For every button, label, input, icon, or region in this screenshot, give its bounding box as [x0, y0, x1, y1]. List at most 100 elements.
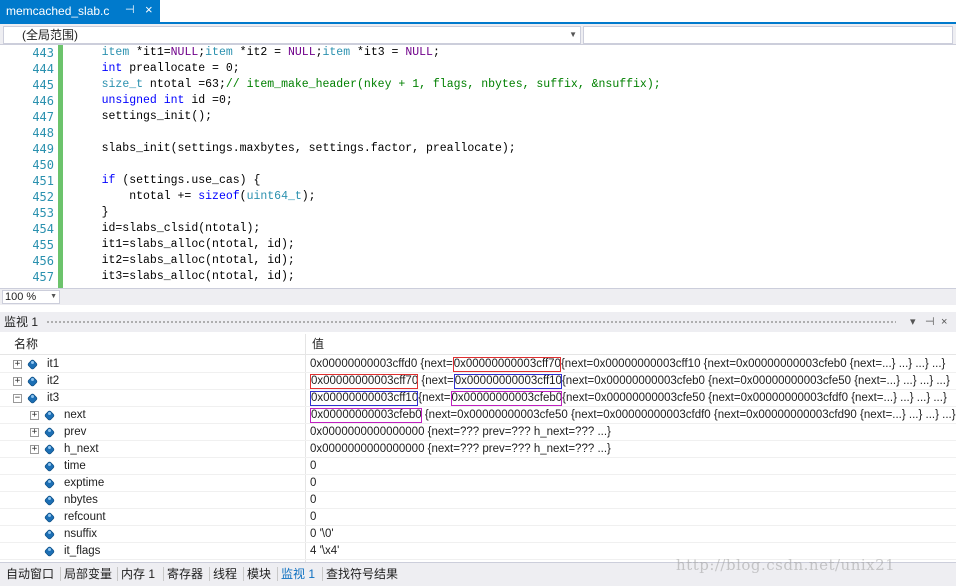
code-token: *it3 =: [350, 46, 406, 59]
code-token: NULL: [170, 46, 199, 59]
bottom-tab-7[interactable]: 监视 1: [281, 566, 315, 582]
code-line[interactable]: if (settings.use_cas) {: [74, 173, 956, 189]
line-number: 456: [32, 254, 54, 268]
bottom-tab-4[interactable]: 寄存器: [167, 566, 203, 582]
watch-row-name[interactable]: it_flags: [64, 543, 100, 560]
code-line[interactable]: it3=slabs_alloc(ntotal, id);: [74, 269, 956, 285]
watch-row-value[interactable]: 4 '\x4': [310, 543, 339, 560]
watch-row-it1[interactable]: it1 0x00000000003cffd0 {next=0x0000000000…: [0, 356, 956, 373]
code-line[interactable]: item *it1=NULL;item *it2 = NULL;item *it…: [74, 45, 956, 61]
bottom-tab-3[interactable]: 内存 1: [121, 566, 155, 582]
watch-row-prev[interactable]: prev 0x0000000000000000 {next=??? prev=??…: [0, 424, 956, 441]
expand-icon[interactable]: [13, 377, 22, 386]
watch-row-name[interactable]: refcount: [64, 509, 106, 526]
column-header-name[interactable]: 名称: [14, 334, 38, 354]
watch-row-value[interactable]: 0x00000000003cff70 {next=0x00000000003cf…: [310, 373, 950, 390]
code-line[interactable]: slabs_init(settings.maxbytes, settings.f…: [74, 141, 956, 157]
watch-row-name[interactable]: nsuffix: [64, 526, 97, 543]
code-line[interactable]: it2=slabs_alloc(ntotal, id);: [74, 253, 956, 269]
chevron-down-icon[interactable]: ▾: [910, 312, 916, 332]
watch-row-it3[interactable]: it3 0x00000000003cff10{next=0x00000000003…: [0, 390, 956, 407]
watch-row-nsuffix[interactable]: nsuffix 0 '\0': [0, 526, 956, 543]
code-line[interactable]: it1=slabs_alloc(ntotal, id);: [74, 237, 956, 253]
navigation-bar: (全局范围) ▼: [0, 24, 956, 45]
code-line[interactable]: size_t ntotal =63;// item_make_header(nk…: [74, 77, 956, 93]
tab-separator: [163, 567, 164, 581]
expand-icon[interactable]: [30, 445, 39, 454]
scope-dropdown[interactable]: (全局范围) ▼: [3, 26, 581, 44]
watch-row-value[interactable]: 0x00000000003cffd0 {next=0x00000000003cf…: [310, 356, 945, 373]
watch-row-time[interactable]: time 0: [0, 458, 956, 475]
editor-tab[interactable]: memcached_slab.c ⊣ ×: [0, 0, 160, 22]
editor-tab-title[interactable]: memcached_slab.c: [6, 4, 109, 18]
bottom-tab-2[interactable]: 局部变量: [64, 566, 112, 582]
watch-row-name[interactable]: it3: [47, 390, 59, 407]
code-editor[interactable]: 443 444 445 446 447 448 449 450 451 452 453 454 455 4…: [0, 45, 956, 288]
code-token: it1=slabs_alloc(ntotal, id);: [74, 238, 295, 251]
watch-row-value[interactable]: 0: [310, 475, 316, 492]
line-number: 450: [32, 158, 54, 172]
watch-row-refcount[interactable]: refcount 0: [0, 509, 956, 526]
watch-row-value[interactable]: 0: [310, 492, 316, 509]
watch-row-name[interactable]: prev: [64, 424, 86, 441]
code-line[interactable]: unsigned int id =0;: [74, 93, 956, 109]
drag-grip[interactable]: [46, 320, 896, 325]
value-text: {next=0x00000000003cfeb0 {next=0x0000000…: [561, 375, 950, 387]
watch-row-h-next[interactable]: h_next 0x0000000000000000 {next=??? prev=…: [0, 441, 956, 458]
bottom-tab-1[interactable]: 自动窗口: [6, 566, 54, 582]
expand-icon[interactable]: [30, 428, 39, 437]
chevron-down-icon[interactable]: ▼: [50, 291, 57, 303]
expand-icon[interactable]: [30, 411, 39, 420]
watch-row-value[interactable]: 0x00000000003cfeb0 {next=0x00000000003cf…: [310, 407, 956, 424]
watch-row-name[interactable]: it1: [47, 356, 59, 373]
watch-row-name[interactable]: nbytes: [64, 492, 98, 509]
watch-row-name[interactable]: next: [64, 407, 86, 424]
chevron-down-icon[interactable]: ▼: [569, 27, 577, 43]
code-token: int: [163, 94, 185, 107]
code-line[interactable]: int preallocate = 0;: [74, 61, 956, 77]
pin-icon[interactable]: ⊣: [925, 312, 935, 332]
bottom-tab-6[interactable]: 模块: [247, 566, 271, 582]
member-dropdown[interactable]: [583, 26, 953, 44]
watch-row-value[interactable]: 0 '\0': [310, 526, 334, 543]
code-line[interactable]: }: [74, 205, 956, 221]
expand-icon[interactable]: [13, 360, 22, 369]
bottom-tab-5[interactable]: 线程: [213, 566, 237, 582]
collapse-icon[interactable]: [13, 394, 22, 403]
code-token: (settings.use_cas) {: [115, 174, 261, 187]
watch-row-nbytes[interactable]: nbytes 0: [0, 492, 956, 509]
watch-row-it2[interactable]: it2 0x00000000003cff70 {next=0x0000000000…: [0, 373, 956, 390]
pin-icon[interactable]: ⊣: [125, 3, 135, 16]
value-text: 0x0000000000000000 {next=??? prev=??? h_…: [310, 426, 611, 438]
line-number: 455: [32, 238, 54, 252]
tab-separator: [209, 567, 210, 581]
watch-row-value[interactable]: 0x00000000003cff10{next=0x00000000003cfe…: [310, 390, 947, 407]
close-icon[interactable]: ×: [941, 312, 947, 332]
watch-row-name[interactable]: h_next: [64, 441, 99, 458]
watch-row-name[interactable]: exptime: [64, 475, 104, 492]
code-line[interactable]: ntotal += sizeof(uint64_t);: [74, 189, 956, 205]
object-icon: [28, 359, 39, 370]
watch-row-exptime[interactable]: exptime 0: [0, 475, 956, 492]
line-number: 448: [32, 126, 54, 140]
watch-row-value[interactable]: 0: [310, 509, 316, 526]
watch-row-name[interactable]: it2: [47, 373, 59, 390]
zoom-dropdown[interactable]: 100 % ▼: [2, 290, 60, 304]
tab-separator: [322, 567, 323, 581]
watch-row-name[interactable]: time: [64, 458, 86, 475]
close-icon[interactable]: ×: [145, 2, 153, 17]
watch-row-next[interactable]: next 0x00000000003cfeb0 {next=0x000000000…: [0, 407, 956, 424]
watch-grid-header: 名称 值: [0, 334, 956, 562]
watch-row-value[interactable]: 0: [310, 458, 316, 475]
code-line[interactable]: id=slabs_clsid(ntotal);: [74, 221, 956, 237]
watch-row-value[interactable]: 0x0000000000000000 {next=??? prev=??? h_…: [310, 441, 611, 458]
tab-separator: [117, 567, 118, 581]
column-header-value[interactable]: 值: [312, 334, 324, 354]
bottom-tab-8[interactable]: 查找符号结果: [326, 566, 398, 582]
code-token: id =0;: [184, 94, 233, 107]
code-line[interactable]: settings_init();: [74, 109, 956, 125]
code-token: item: [101, 46, 130, 59]
watch-row-value[interactable]: 0x0000000000000000 {next=??? prev=??? h_…: [310, 424, 611, 441]
